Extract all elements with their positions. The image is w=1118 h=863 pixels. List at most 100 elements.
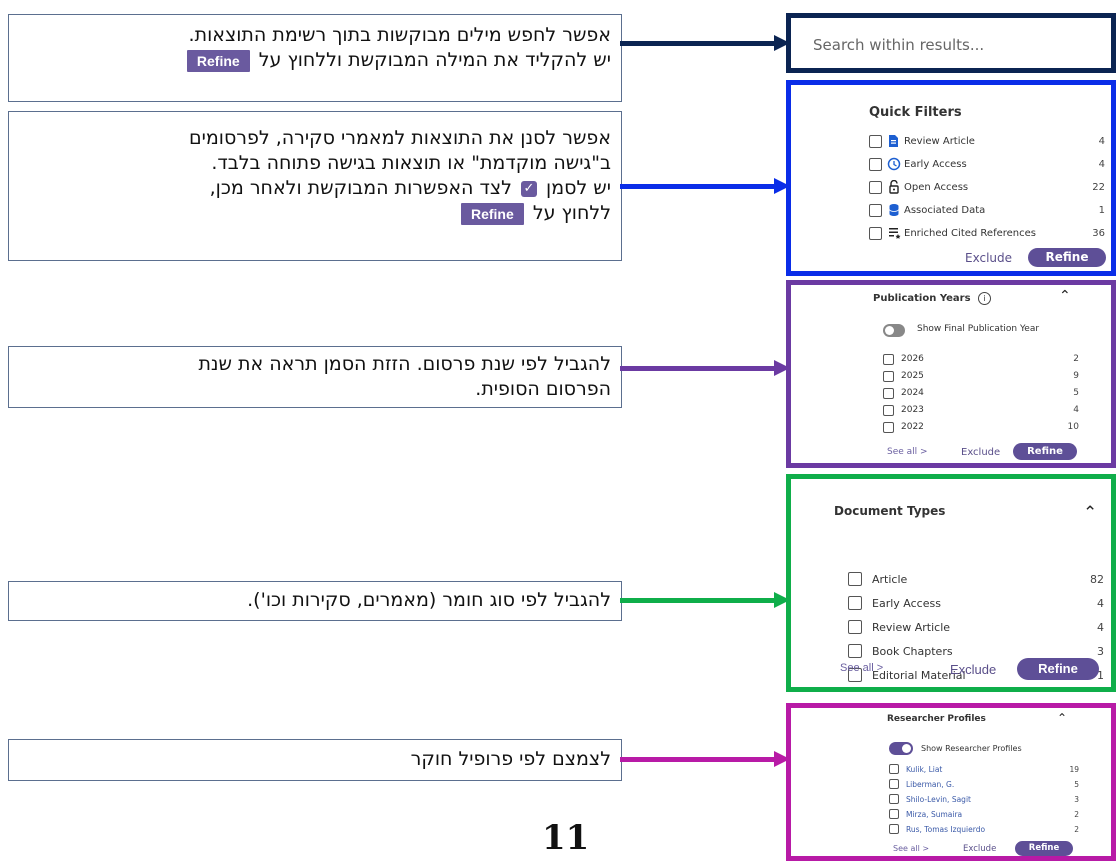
filter-row[interactable]: Early Access 4 xyxy=(869,155,1105,173)
checkbox[interactable] xyxy=(848,644,862,658)
checkbox[interactable] xyxy=(869,134,882,148)
checkbox[interactable] xyxy=(869,226,882,240)
doctype-label: Book Chapters xyxy=(872,644,953,658)
checkbox[interactable] xyxy=(848,620,862,634)
see-all-link[interactable]: See all > xyxy=(840,662,883,674)
researcher-count: 3 xyxy=(1074,794,1079,804)
see-all-link[interactable]: See all > xyxy=(887,447,928,457)
filter-label: Review Article xyxy=(904,135,975,147)
researcher-row[interactable]: Mirza, Sumaira 2 xyxy=(889,808,1079,820)
year-count: 5 xyxy=(1073,388,1079,398)
checkbox[interactable] xyxy=(883,421,894,433)
filter-row[interactable]: Open Access 22 xyxy=(869,178,1105,196)
checkbox[interactable] xyxy=(883,404,894,416)
checkbox[interactable] xyxy=(883,370,894,382)
exclude-button[interactable]: Exclude xyxy=(963,844,996,854)
doctype-label: Review Article xyxy=(872,620,951,634)
refine-button[interactable]: Refine xyxy=(1015,841,1073,856)
open-lock-icon xyxy=(889,180,899,194)
checkbox[interactable] xyxy=(883,353,894,365)
researcher-row[interactable]: Kulik, Liat 19 xyxy=(889,763,1079,775)
researcher-name[interactable]: Kulik, Liat xyxy=(906,765,942,774)
final-year-toggle-label: Show Final Publication Year xyxy=(917,324,1040,334)
checkbox[interactable] xyxy=(889,764,899,774)
researcher-profiles-title: Researcher Profiles xyxy=(887,714,986,724)
refine-chip: Refine xyxy=(186,49,250,72)
exclude-button[interactable]: Exclude xyxy=(961,447,1000,458)
filter-count: 36 xyxy=(1092,227,1105,239)
doctype-row[interactable]: Review Article 4 xyxy=(848,618,1104,636)
see-all-link[interactable]: See all > xyxy=(893,844,929,853)
quick-filters-panel: Quick Filters Review Article 4 Early Acc… xyxy=(786,80,1116,276)
year-label: 2022 xyxy=(901,422,924,432)
collapse-caret-icon[interactable]: ⌃ xyxy=(1057,711,1067,725)
researcher-name[interactable]: Liberman, G. xyxy=(906,780,954,789)
exclude-button[interactable]: Exclude xyxy=(950,662,996,677)
arrow-quick-filters xyxy=(620,178,790,194)
year-row[interactable]: 2023 4 xyxy=(883,403,1079,417)
note-years: להגביל לפי שנת פרסום. הזזת הסמן תראה את … xyxy=(8,346,622,408)
filter-count: 4 xyxy=(1098,158,1105,170)
doctype-row[interactable]: Article 82 xyxy=(848,570,1104,588)
researcher-profiles-toggle[interactable] xyxy=(889,742,913,755)
year-row[interactable]: 2022 10 xyxy=(883,420,1079,434)
filter-row[interactable]: Enriched Cited References 36 xyxy=(869,224,1105,242)
exclude-button[interactable]: Exclude xyxy=(965,251,1012,265)
researcher-name[interactable]: Rus, Tomas Izquierdo xyxy=(906,825,985,834)
checkbox[interactable] xyxy=(869,157,882,171)
search-panel xyxy=(786,13,1116,73)
checkbox[interactable] xyxy=(869,203,882,217)
checkbox[interactable] xyxy=(889,779,899,789)
researcher-row[interactable]: Liberman, G. 5 xyxy=(889,778,1079,790)
filter-count: 1 xyxy=(1098,204,1105,216)
publication-years-title: Publication Years i xyxy=(873,292,992,305)
refine-button[interactable]: Refine xyxy=(1013,443,1077,460)
refine-button[interactable]: Refine xyxy=(1017,658,1099,680)
researcher-name[interactable]: Shilo-Levin, Sagit xyxy=(906,795,971,804)
checkbox[interactable] xyxy=(889,809,899,819)
researcher-count: 2 xyxy=(1074,824,1079,834)
search-within-results-input[interactable] xyxy=(811,26,1095,64)
toggle-knob xyxy=(885,326,894,335)
final-year-toggle[interactable] xyxy=(883,324,905,337)
document-types-title: Document Types xyxy=(834,504,946,518)
checkbox[interactable] xyxy=(889,824,899,834)
filter-row[interactable]: Associated Data 1 xyxy=(869,201,1105,219)
year-row[interactable]: 2024 5 xyxy=(883,386,1079,400)
filter-row[interactable]: Review Article 4 xyxy=(869,132,1105,150)
note-quick-filters: אפשר לסנן את התוצאות למאמרי סקירה, לפרסו… xyxy=(8,111,622,261)
enriched-list-icon xyxy=(889,228,901,239)
checkbox[interactable] xyxy=(848,572,862,586)
note-years-line2: הפרסום הסופית. xyxy=(475,378,611,400)
researcher-name[interactable]: Mirza, Sumaira xyxy=(906,810,962,819)
checkbox[interactable] xyxy=(848,596,862,610)
note-doc-types: להגביל לפי סוג חומר (מאמרים, סקירות וכו'… xyxy=(8,581,622,621)
toggle-knob xyxy=(902,744,911,753)
info-icon[interactable]: i xyxy=(978,292,992,305)
arrow-doc-types xyxy=(620,592,790,608)
checkbox[interactable] xyxy=(883,387,894,399)
doctype-count: 4 xyxy=(1097,620,1104,634)
arrow-search xyxy=(620,35,790,51)
refine-button[interactable]: Refine xyxy=(1028,248,1106,267)
doctype-count: 4 xyxy=(1097,596,1104,610)
year-row[interactable]: 2026 2 xyxy=(883,352,1079,366)
year-row[interactable]: 2025 9 xyxy=(883,369,1079,383)
note-search-line2: יש להקליד את המילה המבוקשת וללחוץ על Ref… xyxy=(19,48,611,73)
note-researcher-line1: לצמצם לפי פרופיל חוקר xyxy=(410,748,611,770)
checkbox[interactable] xyxy=(869,180,882,194)
note-qf-line3-prefix: יש לסמן xyxy=(546,177,611,199)
note-search-line1: אפשר לחפש מילים מבוקשות בתוך רשימת התוצא… xyxy=(188,24,611,46)
doctype-count: 82 xyxy=(1090,572,1104,586)
researcher-row[interactable]: Shilo-Levin, Sagit 3 xyxy=(889,793,1079,805)
filter-label: Enriched Cited References xyxy=(904,227,1036,239)
checkbox[interactable] xyxy=(889,794,899,804)
database-icon xyxy=(889,204,899,216)
year-count: 4 xyxy=(1073,405,1079,415)
collapse-caret-icon[interactable]: ⌃ xyxy=(1083,503,1097,523)
collapse-caret-icon[interactable]: ⌃ xyxy=(1059,288,1071,304)
doctype-row[interactable]: Early Access 4 xyxy=(848,594,1104,612)
clock-icon xyxy=(887,157,901,171)
note-doc-types-line1: להגביל לפי סוג חומר (מאמרים, סקירות וכו'… xyxy=(247,589,611,611)
researcher-row[interactable]: Rus, Tomas Izquierdo 2 xyxy=(889,823,1079,835)
